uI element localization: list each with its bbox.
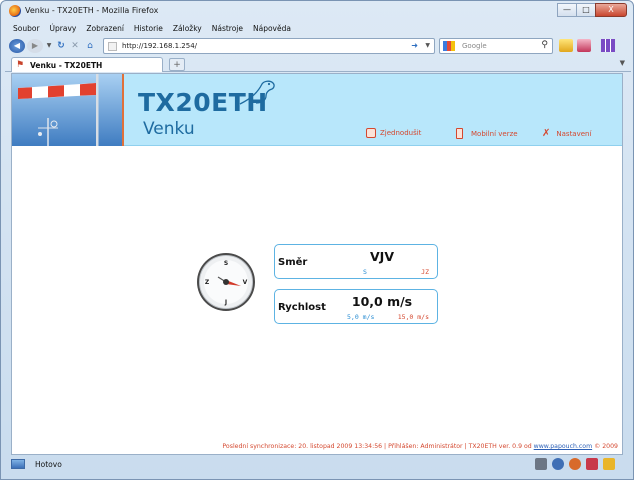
title-bar: Venku - TX20ETH - Mozilla Firefox — □ X bbox=[1, 1, 633, 21]
page-subtitle: Venku bbox=[143, 119, 195, 139]
tab-venku[interactable]: ⚑ Venku - TX20ETH bbox=[11, 57, 163, 72]
compass-east: V bbox=[243, 279, 248, 286]
settings-tools-icon: ✗ bbox=[542, 128, 551, 139]
compass-north: S bbox=[224, 260, 228, 267]
link-simplify-label: Zjednodušit bbox=[380, 129, 422, 137]
page-icon bbox=[108, 42, 117, 51]
speed-min: 5,0 m/s bbox=[347, 313, 375, 321]
history-dropdown-icon[interactable]: ▼ bbox=[45, 39, 53, 53]
compass-west: Z bbox=[205, 279, 210, 286]
search-box[interactable]: Google ⚲ bbox=[439, 38, 553, 54]
search-placeholder: Google bbox=[462, 42, 487, 50]
go-arrow-icon[interactable]: ➜ bbox=[411, 41, 418, 50]
speed-panel: Rychlost 10,0 m/s 5,0 m/s 15,0 m/s bbox=[274, 289, 438, 324]
toolbar-addon-icon-3[interactable] bbox=[601, 39, 615, 52]
browser-window: Venku - TX20ETH - Mozilla Firefox — □ X … bbox=[0, 0, 634, 480]
status-addon-icon-3[interactable] bbox=[569, 458, 581, 470]
menu-history[interactable]: Historie bbox=[134, 22, 163, 36]
footer-papouch-link[interactable]: www.papouch.com bbox=[534, 443, 592, 450]
footer-copyright: © 2009 bbox=[594, 443, 618, 450]
firefox-icon bbox=[9, 5, 21, 17]
back-button[interactable]: ◀ bbox=[9, 39, 25, 53]
menu-bookmarks[interactable]: Záložky bbox=[173, 22, 202, 36]
tab-label: Venku - TX20ETH bbox=[30, 61, 103, 70]
stop-icon[interactable]: ✕ bbox=[69, 39, 81, 53]
windsock-photo bbox=[12, 74, 122, 146]
status-bar: Hotovo bbox=[5, 456, 631, 473]
toolbar-addon-icon-2[interactable] bbox=[577, 39, 591, 52]
status-monitor-icon bbox=[11, 459, 25, 469]
toolbar-addon-icon-1[interactable] bbox=[559, 39, 573, 52]
mobile-phone-icon bbox=[456, 128, 463, 139]
direction-min: S bbox=[363, 268, 367, 276]
menu-view[interactable]: Zobrazení bbox=[86, 22, 124, 36]
footer-sync-text: Poslední synchronizace: 20. listopad 200… bbox=[222, 443, 532, 450]
compass-gauge: S V J Z bbox=[197, 253, 255, 311]
reload-icon[interactable]: ↻ bbox=[55, 39, 67, 53]
search-magnifier-icon[interactable]: ⚲ bbox=[541, 40, 548, 50]
link-mobile[interactable]: Mobilní verze bbox=[456, 128, 518, 139]
direction-value: VJV bbox=[370, 249, 394, 264]
status-addon-icon-4[interactable] bbox=[586, 458, 598, 470]
menu-help[interactable]: Nápověda bbox=[253, 22, 291, 36]
direction-max: JZ bbox=[421, 268, 429, 276]
link-settings[interactable]: ✗ Nastavení bbox=[542, 128, 591, 139]
speed-value: 10,0 m/s bbox=[351, 294, 413, 309]
status-text: Hotovo bbox=[35, 460, 62, 469]
page-footer: Poslední synchronizace: 20. listopad 200… bbox=[222, 443, 618, 450]
url-text: http://192.168.1.254/ bbox=[122, 42, 198, 50]
compass-south: J bbox=[224, 299, 227, 306]
url-dropdown-icon[interactable]: ▼ bbox=[425, 42, 430, 49]
home-icon[interactable]: ⌂ bbox=[84, 39, 96, 53]
parrot-logo-icon bbox=[239, 80, 275, 105]
link-settings-label: Nastavení bbox=[556, 129, 592, 138]
status-addon-icon-2[interactable] bbox=[552, 458, 564, 470]
address-bar[interactable]: http://192.168.1.254/ ➜ ▼ bbox=[103, 38, 435, 54]
simplify-icon bbox=[366, 128, 376, 138]
direction-panel: Směr VJV S JZ bbox=[274, 244, 438, 279]
status-addon-icon-5[interactable] bbox=[603, 458, 615, 470]
speed-label: Rychlost bbox=[278, 302, 326, 313]
forward-button[interactable]: ▶ bbox=[27, 39, 43, 53]
page-header: TX20ETH Venku Zjednodušit Mobilní verze … bbox=[12, 74, 622, 146]
new-tab-button[interactable]: + bbox=[169, 58, 185, 71]
minimize-button[interactable]: — bbox=[557, 3, 577, 17]
menu-tools[interactable]: Nástroje bbox=[212, 22, 243, 36]
page-content: TX20ETH Venku Zjednodušit Mobilní verze … bbox=[11, 73, 623, 455]
google-engine-icon[interactable] bbox=[443, 41, 455, 51]
window-title: Venku - TX20ETH - Mozilla Firefox bbox=[25, 6, 159, 15]
direction-label: Směr bbox=[278, 257, 308, 268]
menu-edit[interactable]: Úpravy bbox=[50, 22, 77, 36]
header-accent-bar bbox=[122, 74, 124, 146]
tab-list-icon[interactable]: ▼ bbox=[620, 59, 625, 67]
tab-bar: ⚑ Venku - TX20ETH + ▼ bbox=[5, 56, 631, 72]
windsock-favicon-icon: ⚑ bbox=[16, 60, 25, 70]
menu-bar: Soubor Úpravy Zobrazení Historie Záložky… bbox=[5, 22, 291, 36]
close-button[interactable]: X bbox=[595, 3, 627, 17]
maximize-button[interactable]: □ bbox=[576, 3, 596, 17]
link-mobile-label: Mobilní verze bbox=[471, 129, 518, 138]
navigation-toolbar: ◀ ▶ ▼ ↻ ✕ ⌂ http://192.168.1.254/ ➜ ▼ Go… bbox=[5, 37, 631, 55]
menu-file[interactable]: Soubor bbox=[13, 22, 40, 36]
link-simplify[interactable]: Zjednodušit bbox=[366, 128, 421, 138]
speed-max: 15,0 m/s bbox=[397, 313, 429, 321]
status-addon-icon-1[interactable] bbox=[535, 458, 547, 470]
